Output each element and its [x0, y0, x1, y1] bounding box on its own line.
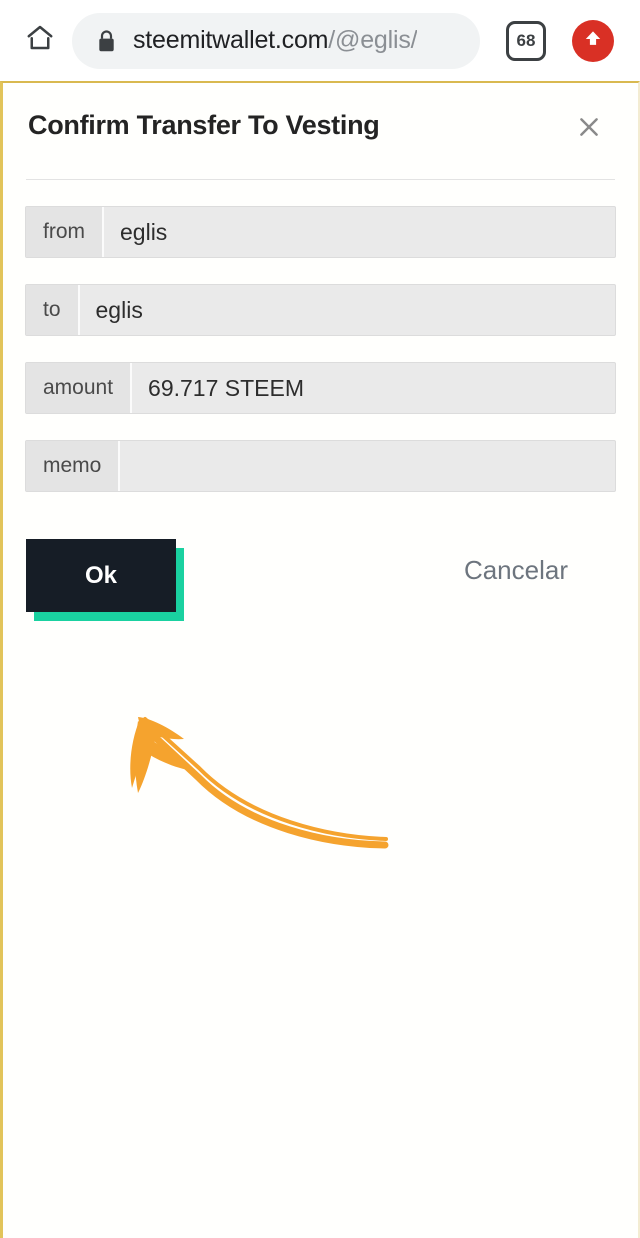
field-row-amount: amount 69.717 STEEM [25, 362, 616, 414]
ok-button[interactable]: Ok [26, 539, 176, 612]
page-content: Confirm Transfer To Vesting from eglis t… [0, 81, 640, 1238]
header-divider [26, 179, 615, 180]
home-icon [25, 23, 55, 58]
lock-icon [96, 29, 117, 53]
field-label-to: to [26, 285, 80, 335]
field-value-amount: 69.717 STEEM [148, 374, 305, 401]
field-label-memo: memo [26, 441, 121, 491]
field-row-memo: memo [25, 440, 616, 492]
field-value-memo [120, 441, 615, 491]
transfer-fields: from eglis to eglis amount 69.717 STEEM … [25, 206, 616, 492]
modal-header: Confirm Transfer To Vesting [25, 83, 616, 147]
field-row-from: from eglis [25, 206, 616, 258]
arrow-icon [130, 717, 389, 849]
url-text: steemitwallet.com/@eglis/ [133, 26, 417, 55]
page-action-button[interactable] [572, 19, 614, 62]
url-host: steemitwallet.com [133, 26, 329, 54]
hand-drawn-arrow-annotation [98, 705, 408, 865]
browser-toolbar: steemitwallet.com/@eglis/ 68 [0, 0, 640, 81]
field-value-to: eglis [95, 296, 143, 323]
tab-counter-button[interactable]: 68 [506, 20, 546, 61]
url-path: /@eglis/ [328, 26, 418, 54]
field-label-amount: amount [26, 363, 133, 413]
page-title: Confirm Transfer To Vesting [28, 110, 380, 140]
home-button[interactable] [18, 19, 62, 63]
url-bar[interactable]: steemitwallet.com/@eglis/ [72, 12, 480, 69]
confirm-transfer-modal: Confirm Transfer To Vesting from eglis t… [3, 83, 638, 631]
ok-button-wrap: Ok [26, 539, 184, 621]
cancel-button[interactable]: Cancelar [464, 555, 568, 586]
field-value-from: eglis [120, 218, 168, 245]
field-label-from: from [26, 207, 104, 257]
close-icon [575, 113, 603, 146]
tab-count-label: 68 [516, 30, 536, 50]
up-arrow-icon [581, 26, 605, 55]
modal-actions: Ok Cancelar [25, 539, 616, 631]
field-row-to: to eglis [25, 284, 616, 336]
close-button[interactable] [571, 111, 607, 147]
